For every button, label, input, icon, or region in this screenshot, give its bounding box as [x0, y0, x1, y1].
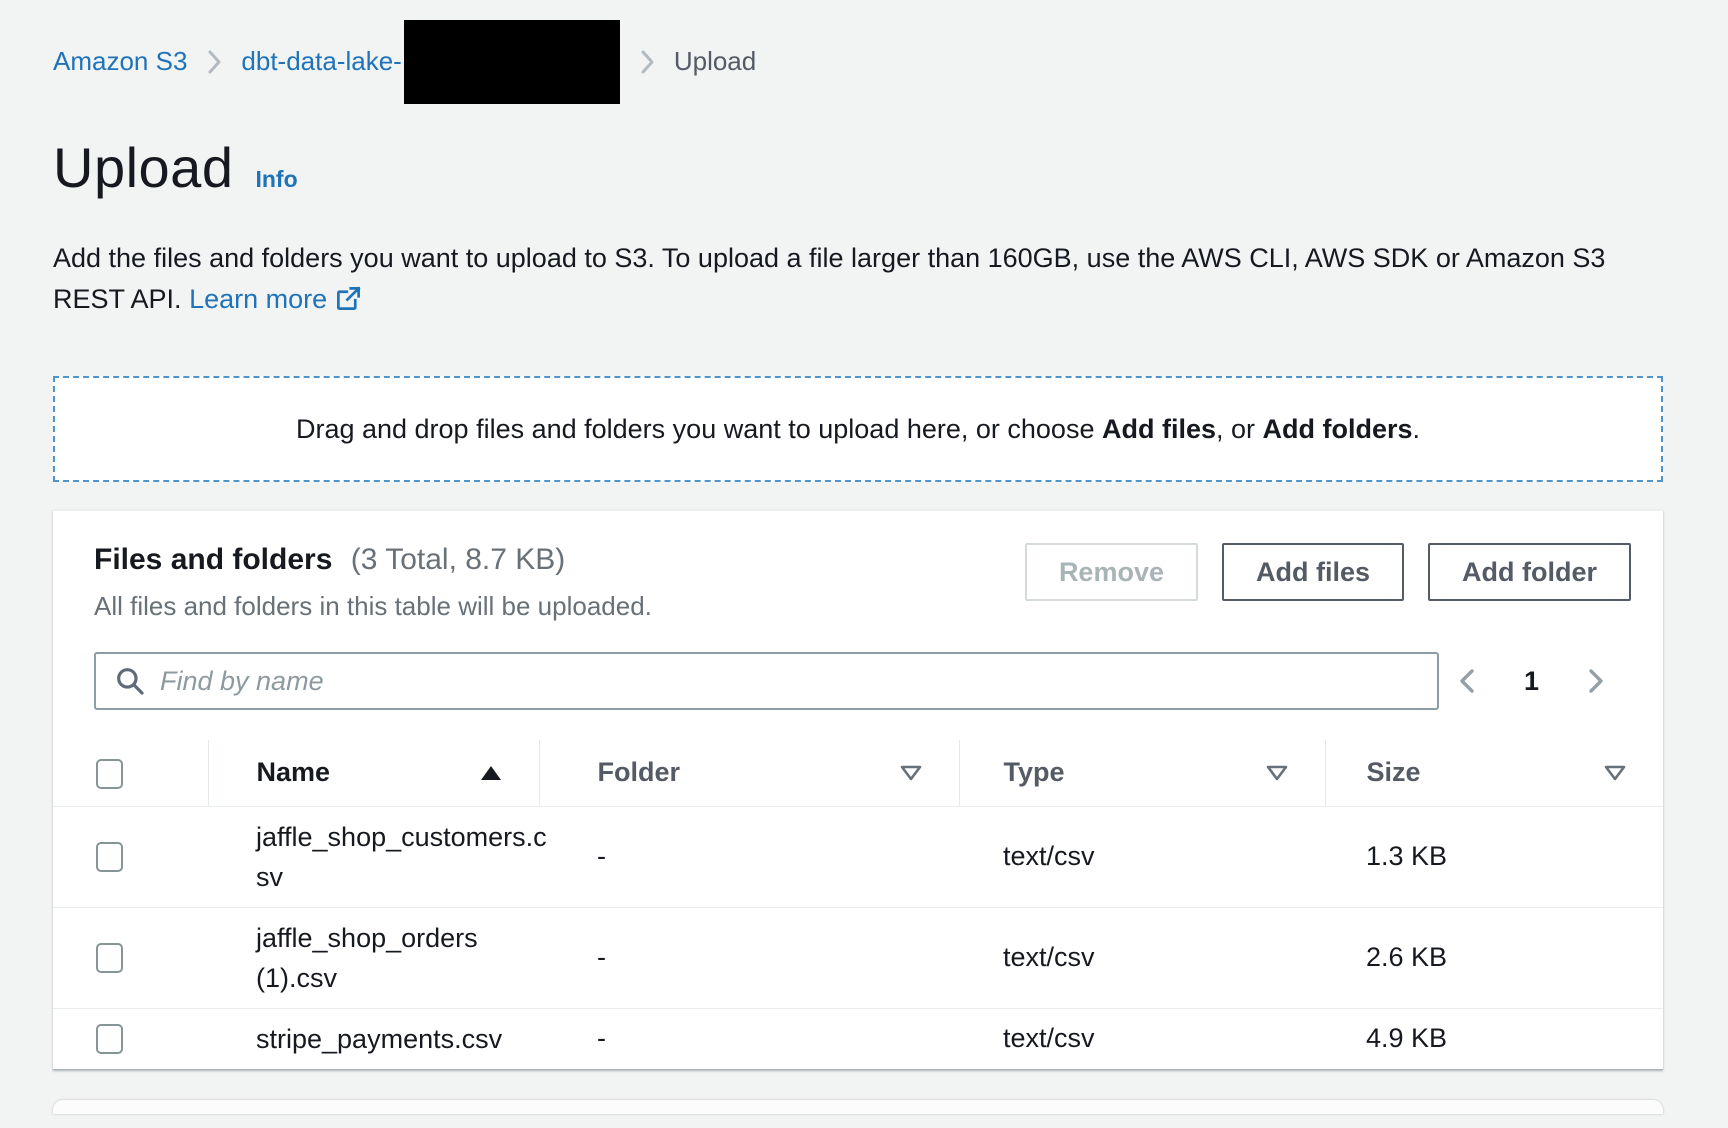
file-size: 4.9 KB [1325, 1008, 1663, 1069]
chevron-right-icon [1583, 666, 1609, 696]
pagination-prev-button[interactable] [1450, 662, 1484, 700]
pagination-next-button[interactable] [1579, 662, 1613, 700]
row-checkbox[interactable] [96, 943, 123, 973]
panel-actions: Remove Add files Add folder [1025, 543, 1631, 601]
add-folder-button[interactable]: Add folder [1428, 543, 1631, 601]
panel-title: Files and folders [94, 543, 332, 576]
file-size: 2.6 KB [1325, 907, 1663, 1008]
pagination-current-page[interactable]: 1 [1524, 666, 1539, 697]
table-header-row: Name Folder [53, 740, 1663, 806]
next-panel-edge [53, 1100, 1663, 1114]
file-type: text/csv [959, 806, 1325, 907]
search-icon [114, 665, 146, 697]
select-all-checkbox[interactable] [96, 759, 123, 789]
panel-heading: Files and folders (3 Total, 8.7 KB) All … [94, 543, 652, 622]
sort-descending-icon [1265, 764, 1325, 782]
sort-ascending-icon [479, 764, 539, 782]
sort-descending-icon [899, 764, 959, 782]
file-name: stripe_payments.csv [256, 1019, 548, 1059]
external-link-icon [335, 285, 362, 312]
sort-descending-icon [1603, 764, 1663, 782]
files-table: Name Folder [53, 740, 1663, 1069]
column-header-size[interactable]: Size [1325, 740, 1663, 806]
pagination: 1 [1450, 662, 1613, 700]
column-header-name[interactable]: Name [208, 740, 539, 806]
redaction-box [404, 20, 620, 104]
row-checkbox[interactable] [96, 1024, 123, 1054]
panel-subtitle: All files and folders in this table will… [94, 591, 652, 622]
table-row: stripe_payments.csv - text/csv 4.9 KB [53, 1008, 1663, 1069]
page-title: Upload [53, 135, 233, 200]
file-name: jaffle_shop_customers.csv [256, 817, 548, 897]
row-checkbox[interactable] [96, 842, 123, 872]
breadcrumb: Amazon S3 dbt-data-lake- Upload [53, 46, 1663, 77]
page-header: Upload Info [53, 135, 1663, 200]
file-folder: - [539, 806, 959, 907]
table-row: jaffle_shop_orders (1).csv - text/csv 2.… [53, 907, 1663, 1008]
file-name: jaffle_shop_orders (1).csv [256, 918, 548, 998]
info-link[interactable]: Info [255, 166, 297, 193]
breadcrumb-chevron-icon [205, 47, 223, 77]
file-folder: - [539, 1008, 959, 1069]
breadcrumb-current: Upload [674, 46, 756, 77]
search-input[interactable] [160, 666, 1419, 697]
column-header-folder[interactable]: Folder [539, 740, 959, 806]
file-folder: - [539, 907, 959, 1008]
column-header-type[interactable]: Type [959, 740, 1325, 806]
dropzone-add-files-label: Add files [1102, 414, 1216, 444]
table-row: jaffle_shop_customers.csv - text/csv 1.3… [53, 806, 1663, 907]
page-content: Amazon S3 dbt-data-lake- Upload Upload I… [0, 0, 1728, 1114]
file-size: 1.3 KB [1325, 806, 1663, 907]
file-type: text/csv [959, 907, 1325, 1008]
files-and-folders-panel: Files and folders (3 Total, 8.7 KB) All … [53, 510, 1663, 1070]
drag-drop-zone[interactable]: Drag and drop files and folders you want… [53, 376, 1663, 482]
remove-button[interactable]: Remove [1025, 543, 1198, 601]
add-files-button[interactable]: Add files [1222, 543, 1404, 601]
dropzone-text: Drag and drop files and folders you want… [296, 414, 1420, 445]
panel-summary: (3 Total, 8.7 KB) [351, 543, 566, 576]
breadcrumb-bucket-link[interactable]: dbt-data-lake- [241, 46, 401, 77]
learn-more-link[interactable]: Learn more [189, 284, 362, 314]
search-box [94, 652, 1439, 710]
breadcrumb-amazon-s3[interactable]: Amazon S3 [53, 46, 187, 77]
dropzone-add-folders-label: Add folders [1263, 414, 1413, 444]
breadcrumb-chevron-icon [638, 47, 656, 77]
chevron-left-icon [1454, 666, 1480, 696]
intro-text: Add the files and folders you want to up… [53, 238, 1653, 320]
file-type: text/csv [959, 1008, 1325, 1069]
